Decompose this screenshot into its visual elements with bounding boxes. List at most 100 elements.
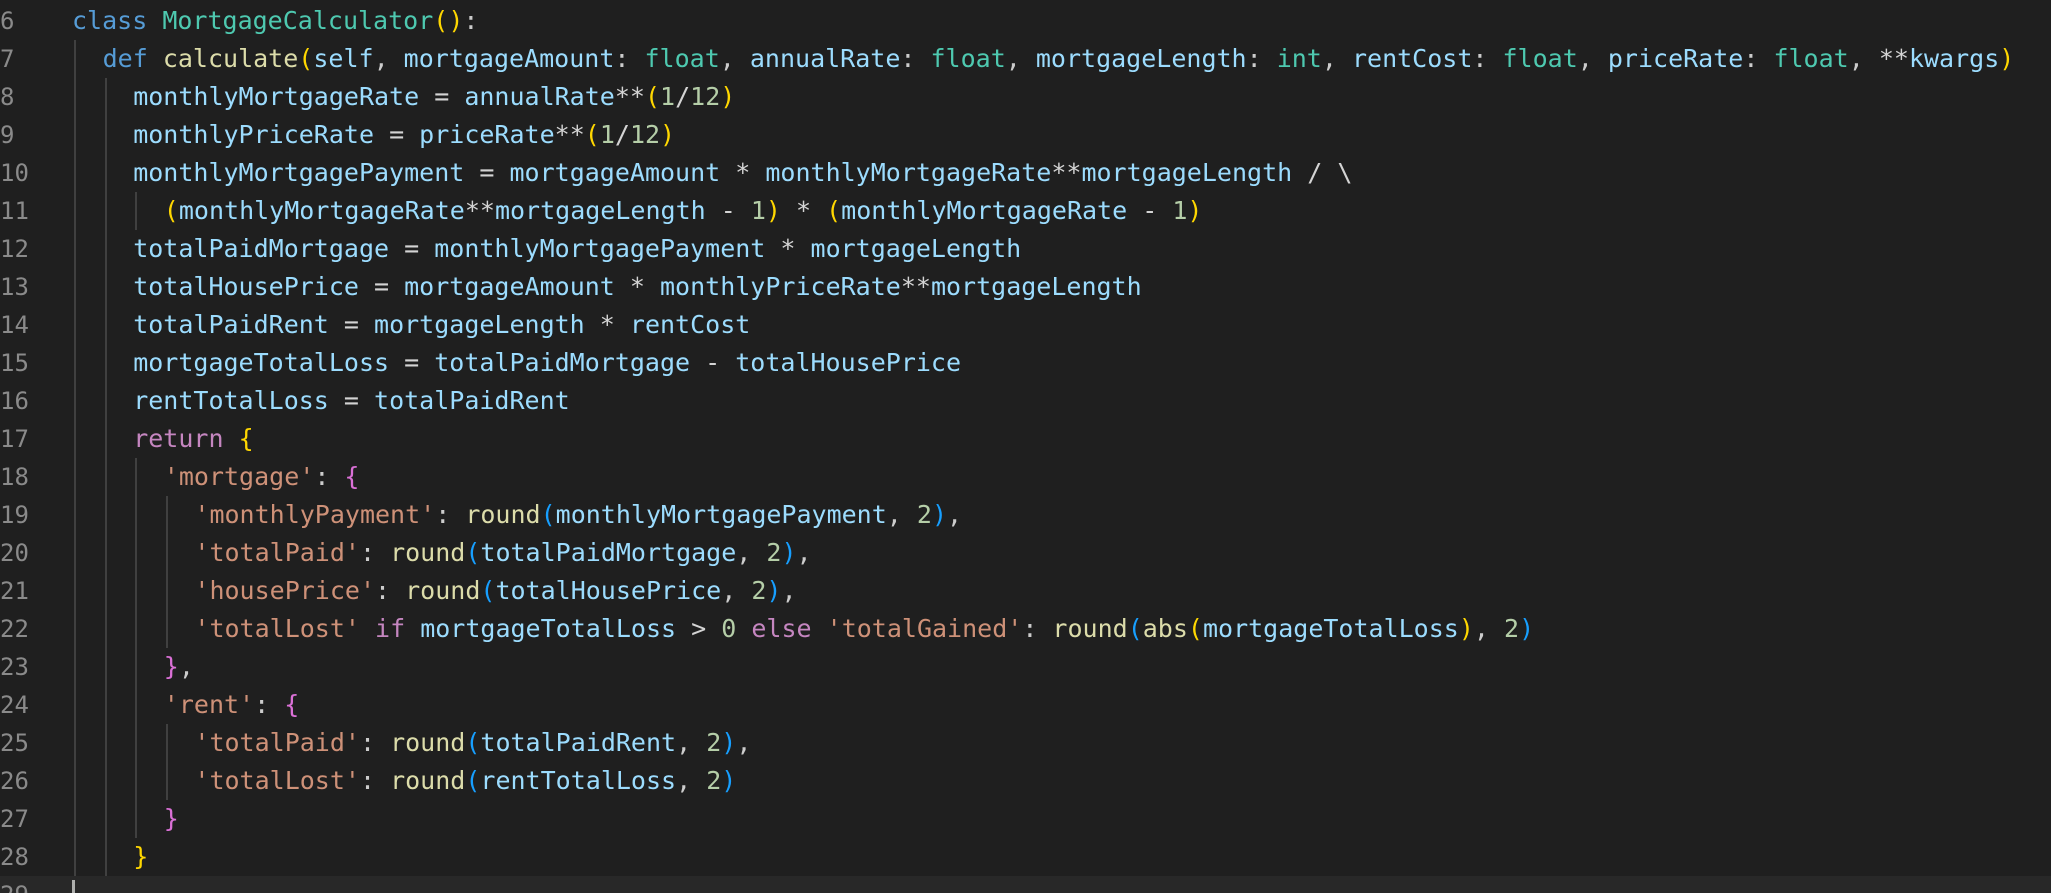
indent-guide (165, 610, 168, 648)
code-line[interactable]: 10 monthlyMortgagePayment = mortgageAmoun… (0, 154, 2051, 192)
code-token: ) (765, 196, 781, 225)
code-line[interactable]: 9 monthlyPriceRate = priceRate**(1/12) (0, 116, 2051, 154)
code-token: rentCost (629, 310, 751, 339)
code-token: else (751, 614, 812, 643)
code-token: monthlyMortgagePayment (555, 500, 887, 529)
text-cursor (72, 880, 75, 893)
code-token: , (1848, 44, 1879, 73)
code-line[interactable]: 13 totalHousePrice = mortgageAmount * mon… (0, 268, 2051, 306)
code-token: / (614, 120, 630, 149)
code-editor[interactable]: 6 class MortgageCalculator(): 7 def calcula… (0, 0, 2051, 893)
code-line[interactable]: 6 class MortgageCalculator(): (0, 2, 2051, 40)
code-text: 'totalPaid': round(totalPaidMortgage, 2)… (194, 534, 811, 572)
code-token: mortgageAmount (404, 272, 615, 301)
code-token: float (930, 44, 1006, 73)
code-line[interactable]: 14 totalPaidRent = mortgageLength * rentC… (0, 306, 2051, 344)
code-token: , (1473, 614, 1505, 643)
code-token: , (1577, 44, 1608, 73)
code-token: * (614, 272, 660, 301)
code-line[interactable]: 15 mortgageTotalLoss = totalPaidMortgage … (0, 344, 2051, 382)
code-token: priceRate (1607, 44, 1744, 73)
code-token: round (390, 728, 466, 757)
code-token: = (374, 120, 420, 149)
code-token: ( (1127, 614, 1143, 643)
code-token: , (721, 576, 752, 605)
code-token: ( (163, 196, 179, 225)
code-token: ( (298, 44, 314, 73)
code-token: ( (465, 766, 481, 795)
code-token: ( (826, 196, 842, 225)
code-token: totalPaidRent (374, 386, 570, 415)
code-token: calculate (162, 44, 299, 73)
code-line[interactable]: 16 rentTotalLoss = totalPaidRent (0, 382, 2051, 420)
code-token: totalPaidRent (480, 728, 677, 757)
code-line[interactable]: 18 'mortgage': { (0, 458, 2051, 496)
code-token: ) (766, 576, 782, 605)
line-number: 11 (0, 197, 29, 225)
code-token: rentTotalLoss (133, 386, 329, 415)
code-line[interactable]: 21 'housePrice': round(totalHousePrice, 2… (0, 572, 2051, 610)
indent-guide (104, 724, 107, 762)
indent-guide (104, 838, 107, 876)
code-token: ) (660, 120, 676, 149)
code-token: - (705, 196, 751, 225)
code-text: 'totalLost' if mortgageTotalLoss > 0 els… (194, 610, 1534, 648)
code-token: 1 (599, 120, 615, 149)
code-token: * (720, 158, 766, 187)
code-line[interactable]: 11 (monthlyMortgageRate**mortgageLength -… (0, 192, 2051, 230)
code-token: / \ (1292, 158, 1353, 187)
code-line[interactable]: 25 'totalPaid': round(totalPaidRent, 2), (0, 724, 2051, 762)
line-number: 18 (0, 463, 29, 491)
line-number: 12 (0, 235, 29, 263)
indent-guide (135, 610, 138, 648)
indent-guide (165, 724, 168, 762)
code-text: mortgageTotalLoss = totalPaidMortgage - … (133, 344, 961, 382)
indent-guide (104, 306, 107, 344)
code-line[interactable]: 23}, (0, 648, 2051, 686)
code-token: 'totalLost' (194, 766, 360, 795)
indent-guide (74, 838, 76, 876)
code-line[interactable]: 24 'rent': { (0, 686, 2051, 724)
code-token: ) (721, 728, 737, 757)
code-token: 'housePrice' (194, 576, 376, 605)
indent-guide (104, 382, 107, 420)
code-token: priceRate (419, 120, 555, 149)
code-token: ) (781, 538, 797, 567)
code-token: abs (1142, 614, 1188, 643)
code-token: , (1321, 44, 1352, 73)
code-token: ** (1878, 44, 1909, 73)
code-line[interactable]: 17 return { (0, 420, 2051, 458)
code-text: } (164, 800, 179, 838)
code-token: round (1052, 614, 1128, 643)
code-line[interactable]: 22 'totalLost' if mortgageTotalLoss > 0 e… (0, 610, 2051, 648)
indent-guide (74, 306, 76, 344)
code-token: , (1005, 44, 1036, 73)
code-token: = (358, 272, 405, 301)
code-line[interactable]: 29 (0, 876, 2051, 893)
code-text: monthlyMortgageRate = annualRate**(1/12) (133, 78, 735, 116)
code-text: monthlyPriceRate = priceRate**(1/12) (133, 116, 675, 154)
code-line[interactable]: 8 monthlyMortgageRate = annualRate**(1/12… (0, 78, 2051, 116)
code-line[interactable]: 28} (0, 838, 2051, 876)
code-token: : (463, 6, 479, 35)
code-line[interactable]: 20 'totalPaid': round(totalPaidMortgage, … (0, 534, 2051, 572)
code-line[interactable]: 7 def calculate(self, mortgageAmount: flo… (0, 40, 2051, 78)
code-token: , (736, 538, 767, 567)
code-token: mortgageLength (494, 196, 706, 225)
code-token: , (178, 652, 194, 681)
indent-guide (74, 572, 76, 610)
code-token: , (373, 44, 404, 73)
code-line[interactable]: 27} (0, 800, 2051, 838)
code-token: { (344, 462, 360, 491)
code-line[interactable]: 19 'monthlyPayment': round(monthlyMortgag… (0, 496, 2051, 534)
code-token: mortgageLength (1081, 158, 1293, 187)
code-line[interactable]: 12 totalPaidMortgage = monthlyMortgagePay… (0, 230, 2051, 268)
code-token: self (313, 44, 374, 73)
code-line[interactable]: 26 'totalLost': round(rentTotalLoss, 2) (0, 762, 2051, 800)
code-token: ) (931, 500, 948, 529)
code-token: ( (1187, 614, 1203, 643)
indent-guide (74, 230, 76, 268)
line-number: 21 (0, 577, 29, 605)
